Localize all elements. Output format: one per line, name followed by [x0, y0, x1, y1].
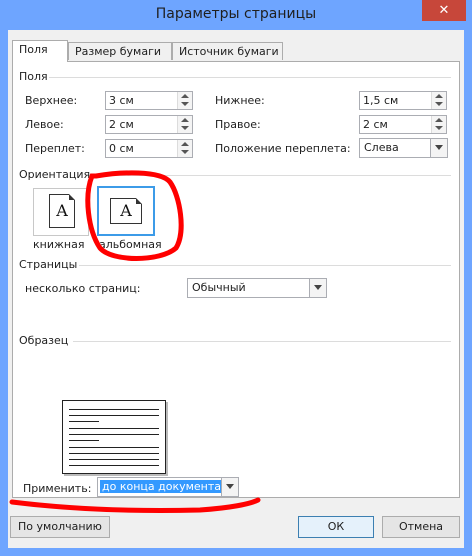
chevron-down-icon[interactable]	[309, 279, 326, 297]
portrait-page-icon: A	[49, 194, 75, 228]
divider	[49, 77, 451, 78]
multiple-pages-select[interactable]: Обычный	[187, 278, 327, 298]
preview-group-title: Образец	[19, 334, 69, 347]
spin-down-icon[interactable]	[435, 126, 443, 130]
chevron-down-icon[interactable]	[430, 139, 447, 157]
left-margin-input[interactable]: 2 см	[105, 115, 193, 134]
preview-line	[69, 440, 99, 441]
preview-line	[69, 409, 159, 410]
gutter-spinner[interactable]	[177, 140, 192, 157]
spin-up-icon[interactable]	[435, 118, 443, 122]
top-margin-spinner[interactable]	[177, 92, 192, 109]
pages-group-title: Страницы	[19, 258, 78, 271]
preview-line	[69, 453, 159, 454]
preview-line	[69, 465, 159, 466]
margins-panel: Поля Верхнее: 3 см Нижнее: 1,5 см Левое:…	[12, 61, 460, 498]
multiple-pages-label: несколько страниц:	[25, 282, 141, 295]
landscape-label: альбомная	[99, 238, 162, 251]
spin-down-icon[interactable]	[181, 102, 189, 106]
preview-line	[69, 447, 159, 448]
preview-line	[69, 459, 159, 460]
close-button[interactable]: ✕	[422, 0, 466, 21]
gutter-position-select[interactable]: Слева	[359, 138, 448, 158]
portrait-label: книжная	[33, 238, 85, 251]
preview-line	[69, 421, 99, 422]
right-margin-input[interactable]: 2 см	[359, 115, 447, 134]
right-margin-spinner[interactable]	[431, 116, 446, 133]
divider	[105, 175, 451, 176]
spin-up-icon[interactable]	[435, 94, 443, 98]
dialog-client: Поля Размер бумаги Источник бумаги Поля …	[8, 30, 464, 548]
left-margin-spinner[interactable]	[177, 116, 192, 133]
top-margin-label: Верхнее:	[25, 94, 78, 107]
apply-label: Применить:	[23, 482, 92, 495]
bottom-margin-spinner[interactable]	[431, 92, 446, 109]
preview-page	[62, 400, 166, 474]
apply-to-select[interactable]: до конца документа	[97, 477, 239, 497]
spin-down-icon[interactable]	[181, 150, 189, 154]
spin-up-icon[interactable]	[181, 94, 189, 98]
cancel-button[interactable]: Отмена	[382, 516, 460, 538]
ok-button[interactable]: ОК	[298, 516, 374, 538]
spin-up-icon[interactable]	[181, 142, 189, 146]
landscape-option[interactable]: A	[97, 186, 155, 236]
preview-line	[69, 434, 159, 435]
gutter-input[interactable]: 0 см	[105, 139, 193, 158]
dialog-title: Параметры страницы	[155, 6, 317, 22]
preview-line	[69, 415, 159, 416]
tab-paper-size[interactable]: Размер бумаги	[68, 42, 172, 60]
orientation-group-title: Ориентация	[19, 168, 91, 181]
top-margin-input[interactable]: 3 см	[105, 91, 193, 110]
spin-down-icon[interactable]	[435, 102, 443, 106]
landscape-page-icon: A	[110, 198, 142, 224]
right-margin-label: Правое:	[215, 118, 261, 131]
gutter-label: Переплет:	[25, 142, 85, 155]
dialog-window: Параметры страницы ✕ Поля Размер бумаги …	[0, 0, 472, 556]
portrait-option[interactable]: A	[33, 188, 89, 236]
spin-up-icon[interactable]	[181, 118, 189, 122]
set-default-button[interactable]: По умолчанию	[10, 516, 110, 538]
tab-paper-source[interactable]: Источник бумаги	[172, 42, 283, 60]
divider	[73, 341, 451, 342]
spin-down-icon[interactable]	[181, 126, 189, 130]
preview-line	[69, 428, 159, 429]
bottom-margin-input[interactable]: 1,5 см	[359, 91, 447, 110]
gutter-position-label: Положение переплета:	[215, 142, 351, 155]
tab-margins[interactable]: Поля	[12, 40, 68, 62]
title-bar: Параметры страницы ✕	[0, 0, 472, 30]
divider	[79, 265, 451, 266]
chevron-down-icon[interactable]	[221, 478, 238, 496]
margins-group-title: Поля	[19, 70, 48, 83]
bottom-margin-label: Нижнее:	[215, 94, 265, 107]
left-margin-label: Левое:	[25, 118, 64, 131]
